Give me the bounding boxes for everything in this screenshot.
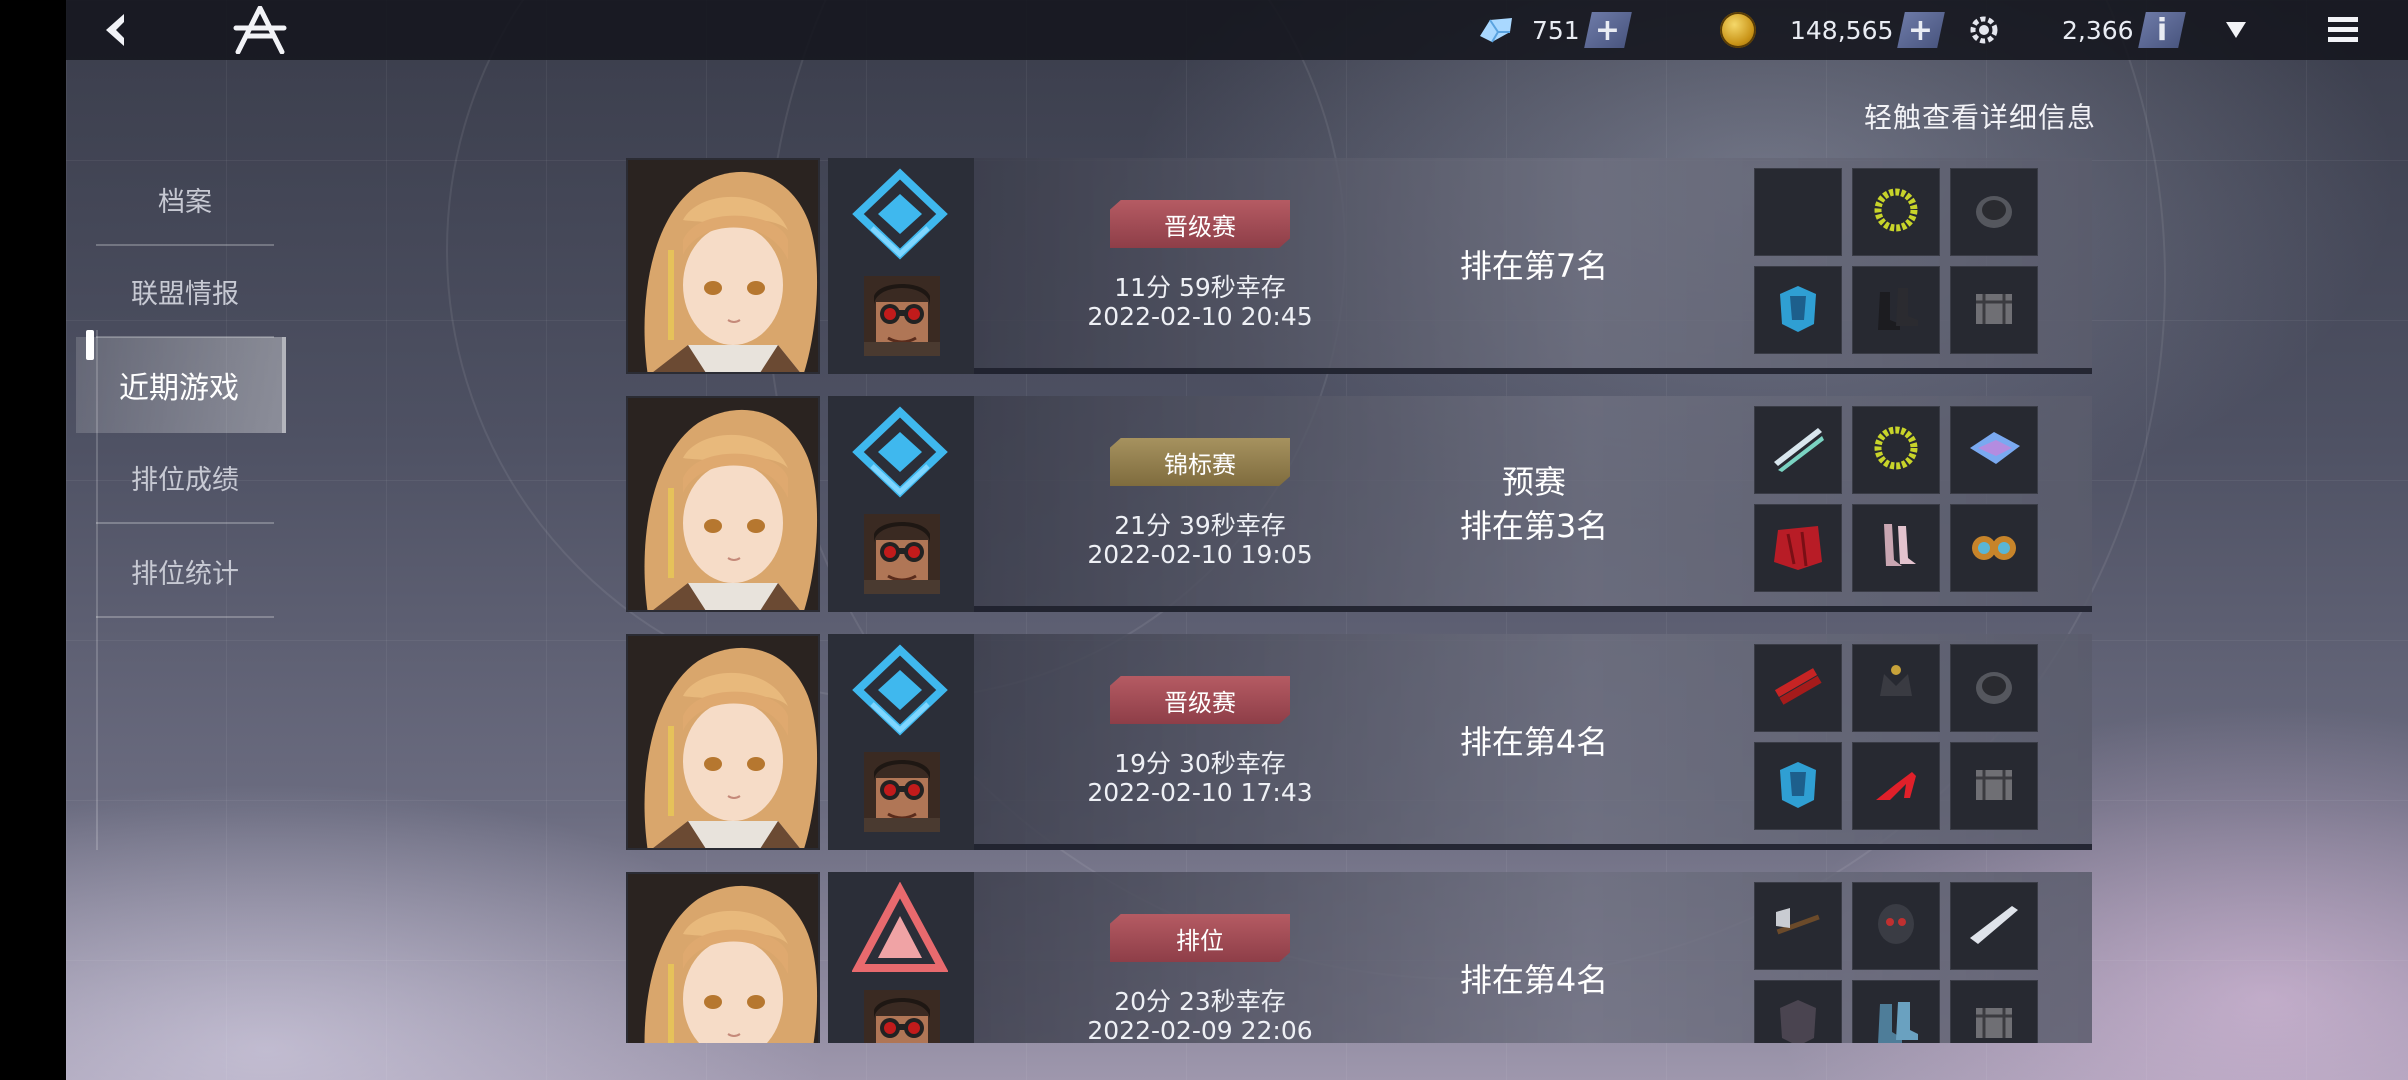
equipment-slot[interactable] — [1950, 266, 2038, 354]
equipment-slot[interactable] — [1950, 882, 2038, 970]
equipment-slot[interactable] — [1754, 980, 1842, 1043]
equipment-slot[interactable] — [1852, 742, 1940, 830]
rank-placement: 排在第3名 — [1459, 507, 1609, 545]
game-summary: 晋级赛 11分 59秒幸存 2022-02-10 20:45 排在第7名 — [974, 158, 2092, 374]
equipment-slot[interactable] — [1852, 406, 1940, 494]
equipment-slot[interactable] — [1950, 504, 2038, 592]
equipment-grid — [1754, 644, 2054, 840]
game-date: 2022-02-10 20:45 — [1087, 302, 1313, 331]
rank-placement: 排在第4名 — [1459, 961, 1609, 999]
rank-result: 排在第4名 — [1414, 634, 1654, 850]
character-portrait — [626, 158, 820, 374]
game-record-row[interactable]: 晋级赛 19分 30秒幸存 2022-02-10 17:43 排在第4名 — [626, 634, 2092, 850]
cape-red-icon — [1768, 516, 1828, 580]
equipment-slot[interactable] — [1950, 980, 2038, 1043]
armor-blue-icon — [1768, 754, 1828, 818]
armor-dark-icon — [1768, 992, 1828, 1043]
wing-blade-icon — [1964, 418, 2024, 482]
tier-panel — [828, 158, 974, 374]
dynamite-icon — [1768, 656, 1828, 720]
equipment-grid — [1754, 168, 2054, 364]
survival-time: 19分 30秒幸存 — [1114, 749, 1286, 778]
game-mode-tag: 晋级赛 — [1110, 200, 1290, 248]
game-date: 2022-02-09 22:06 — [1087, 1016, 1313, 1043]
game-record-row[interactable]: 晋级赛 11分 59秒幸存 2022-02-10 20:45 排在第7名 — [626, 158, 2092, 374]
game-screen: 751 + 148,565 + 2,366 i 轻触查看详细信息 档案 联盟情报… — [66, 0, 2408, 1080]
dual-blades-icon — [1768, 418, 1828, 482]
game-date: 2022-02-10 19:05 — [1087, 540, 1313, 569]
ring-icon — [1866, 180, 1926, 244]
character-portrait — [626, 634, 820, 850]
game-mode-tag: 晋级赛 — [1110, 676, 1290, 724]
ring-icon — [1866, 418, 1926, 482]
recent-games-list: 晋级赛 11分 59秒幸存 2022-02-10 20:45 排在第7名 锦标赛… — [66, 0, 2408, 1043]
rank-result: 排在第4名 — [1414, 872, 1654, 1043]
game-summary: 排位 20分 23秒幸存 2022-02-09 22:06 排在第4名 — [974, 872, 2092, 1043]
rank-placement: 排在第7名 — [1459, 247, 1609, 285]
goggles-gold-icon — [1964, 516, 2024, 580]
axe-icon — [1768, 894, 1828, 958]
teammate-avatar — [864, 990, 940, 1043]
game-summary: 晋级赛 19分 30秒幸存 2022-02-10 17:43 排在第4名 — [974, 634, 2092, 850]
game-summary: 锦标赛 21分 39秒幸存 2022-02-10 19:05 预赛 排在第3名 — [974, 396, 2092, 612]
crown-dark-icon — [1866, 656, 1926, 720]
blade-silver-icon — [1964, 894, 2024, 958]
helmet-dark-icon — [1964, 656, 2024, 720]
equipment-slot[interactable] — [1950, 742, 2038, 830]
equipment-slot[interactable] — [1852, 504, 1940, 592]
teammate-avatar — [864, 752, 940, 832]
equipment-slot[interactable] — [1754, 504, 1842, 592]
equipment-grid — [1754, 406, 2054, 602]
diamond-tier-icon — [852, 406, 948, 506]
game-mode-tag: 排位 — [1110, 914, 1290, 962]
equipment-slot[interactable] — [1950, 168, 2038, 256]
rank-stage: 预赛 — [1501, 463, 1566, 501]
game-record-row[interactable]: 排位 20分 23秒幸存 2022-02-09 22:06 排在第4名 — [626, 872, 2092, 1043]
chest-gray-icon — [1964, 278, 2024, 342]
diamond-tier-icon — [852, 644, 948, 744]
armor-blue-icon — [1768, 278, 1828, 342]
equipment-slot[interactable] — [1754, 266, 1842, 354]
equipment-slot[interactable] — [1754, 882, 1842, 970]
game-record-row[interactable]: 锦标赛 21分 39秒幸存 2022-02-10 19:05 预赛 排在第3名 — [626, 396, 2092, 612]
helmet-skull-icon — [1866, 894, 1926, 958]
game-mode-tag: 锦标赛 — [1110, 438, 1290, 486]
game-date: 2022-02-10 17:43 — [1087, 778, 1313, 807]
equipment-slot[interactable] — [1950, 406, 2038, 494]
equipment-slot[interactable] — [1754, 168, 1842, 256]
boots-blue-icon — [1866, 992, 1926, 1043]
teammate-avatar — [864, 514, 940, 594]
equipment-slot[interactable] — [1950, 644, 2038, 732]
survival-time: 11分 59秒幸存 — [1114, 273, 1286, 302]
equipment-slot[interactable] — [1754, 742, 1842, 830]
diamond-tier-icon — [852, 168, 948, 268]
rank-result: 排在第7名 — [1414, 158, 1654, 374]
equipment-slot[interactable] — [1852, 266, 1940, 354]
heels-red-icon — [1866, 754, 1926, 818]
equipment-slot[interactable] — [1754, 644, 1842, 732]
teammate-avatar — [864, 276, 940, 356]
helmet-dark-icon — [1964, 180, 2024, 244]
equipment-slot[interactable] — [1852, 980, 1940, 1043]
equipment-slot[interactable] — [1852, 644, 1940, 732]
boots-dark-icon — [1866, 278, 1926, 342]
equipment-grid — [1754, 882, 2054, 1043]
survival-time: 21分 39秒幸存 — [1114, 511, 1286, 540]
equipment-slot[interactable] — [1852, 168, 1940, 256]
character-portrait — [626, 396, 820, 612]
character-portrait — [626, 872, 820, 1043]
boots-pink-icon — [1866, 516, 1926, 580]
chest-gray-icon — [1964, 992, 2024, 1043]
survival-time: 20分 23秒幸存 — [1114, 987, 1286, 1016]
tier-panel — [828, 872, 974, 1043]
triangle-tier-icon — [851, 881, 949, 982]
equipment-slot[interactable] — [1852, 882, 1940, 970]
tier-panel — [828, 634, 974, 850]
rank-placement: 排在第4名 — [1459, 723, 1609, 761]
rank-result: 预赛 排在第3名 — [1414, 396, 1654, 612]
equipment-slot[interactable] — [1754, 406, 1842, 494]
tier-panel — [828, 396, 974, 612]
chest-gray-icon — [1964, 754, 2024, 818]
